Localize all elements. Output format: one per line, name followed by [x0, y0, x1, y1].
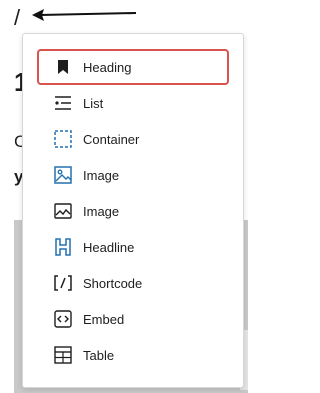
bookmark-icon [53, 57, 73, 77]
container-icon [53, 129, 73, 149]
block-item-table[interactable]: Table [37, 337, 229, 373]
block-item-label: Headline [83, 239, 135, 255]
block-item-image[interactable]: Image [37, 157, 229, 193]
block-item-headline[interactable]: Headline [37, 229, 229, 265]
block-item-label: Heading [83, 59, 132, 75]
slash-command-text: / [14, 5, 21, 30]
block-item-container[interactable]: Container [37, 121, 229, 157]
block-item-heading[interactable]: Heading [37, 49, 229, 85]
shortcode-icon [53, 273, 73, 293]
block-item-embed[interactable]: Embed [37, 301, 229, 337]
embed-icon [53, 309, 73, 329]
list-icon [53, 93, 73, 113]
block-item-label: Container [83, 131, 140, 147]
block-item-image-core[interactable]: Image [37, 193, 229, 229]
block-item-label: Image [83, 167, 120, 183]
block-item-label: Embed [83, 311, 125, 327]
block-item-list[interactable]: List [37, 85, 229, 121]
headline-icon [53, 237, 73, 257]
block-item-label: Table [83, 347, 115, 363]
block-item-label: Image [83, 203, 120, 219]
image-outline-icon [53, 201, 73, 221]
image-icon [53, 165, 73, 185]
table-icon [53, 345, 73, 365]
block-inserter-popover: Heading List Container Image Image Headl… [22, 33, 244, 388]
block-item-label: List [83, 95, 104, 111]
block-item-label: Shortcode [83, 275, 143, 291]
block-item-shortcode[interactable]: Shortcode [37, 265, 229, 301]
annotation-arrow [32, 9, 137, 21]
